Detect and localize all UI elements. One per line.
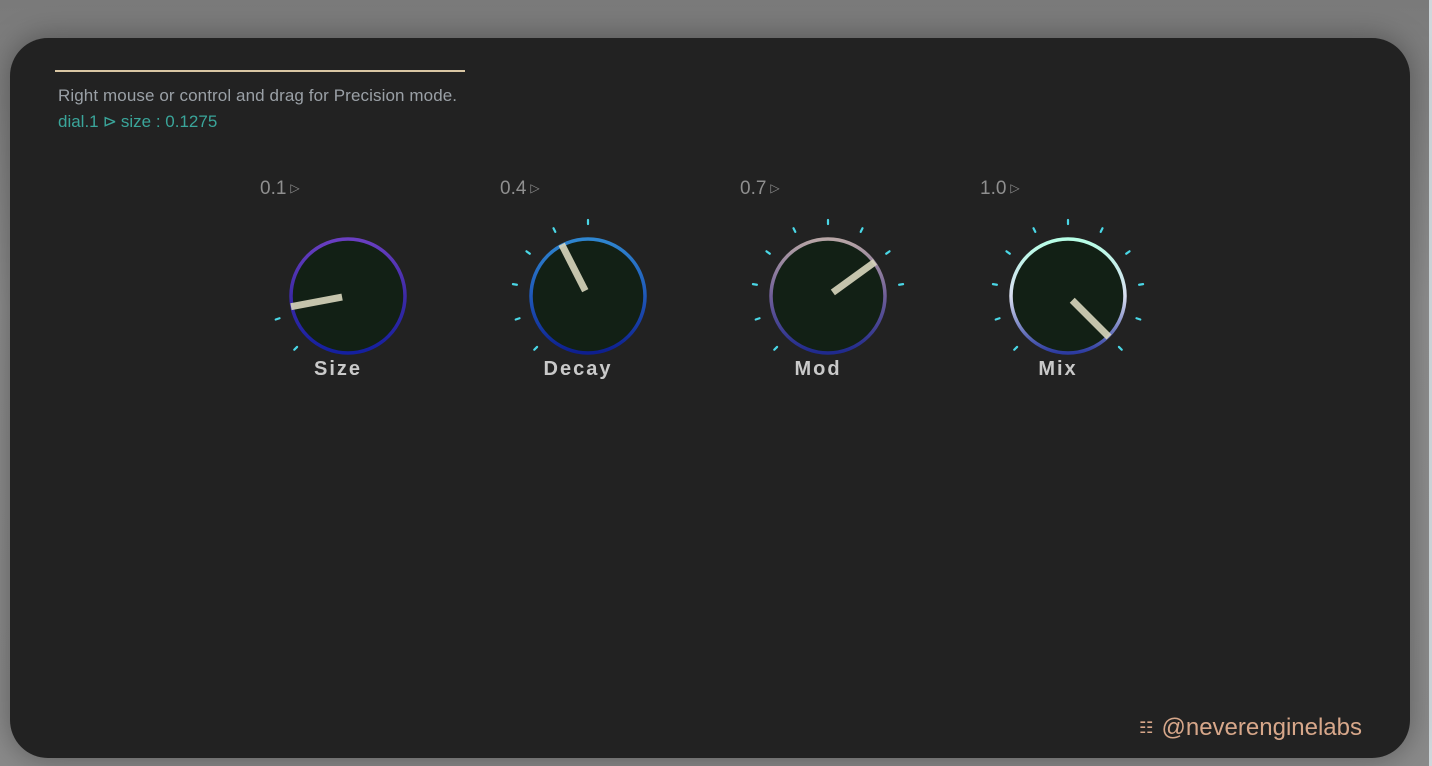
tick-mark xyxy=(1005,250,1011,255)
tick-mark xyxy=(514,317,521,321)
tick-mark xyxy=(552,227,557,233)
status-readout: dial.1 ⊳ size : 0.1275 xyxy=(58,112,217,132)
tick-mark xyxy=(991,283,998,286)
tick-mark xyxy=(1117,345,1123,351)
tick-mark xyxy=(792,227,797,233)
grid-logo-icon: ☷ xyxy=(1139,720,1154,737)
status-param: size : 0.1275 xyxy=(120,112,218,131)
dial-label: Size xyxy=(313,358,363,380)
knob-ring xyxy=(289,237,407,355)
tick-mark xyxy=(525,250,531,255)
knob[interactable] xyxy=(978,200,1145,360)
knob[interactable] xyxy=(258,200,418,360)
tick-mark xyxy=(293,345,299,351)
value-arrow-icon[interactable]: ▷ xyxy=(290,181,299,195)
top-divider xyxy=(55,70,465,72)
tick-mark xyxy=(533,345,539,351)
dial-value: 0.7 ▷ xyxy=(740,178,780,199)
tick-mark xyxy=(274,317,281,321)
dial-decay[interactable]: 0.4 ▷ Decay xyxy=(498,176,658,386)
dial-mix[interactable]: 1.0 ▷ Mix xyxy=(978,176,1145,386)
value-arrow-icon[interactable]: ▷ xyxy=(1010,181,1019,195)
synth-panel: Right mouse or control and drag for Prec… xyxy=(10,38,1410,758)
value-arrow-icon[interactable]: ▷ xyxy=(770,181,779,195)
tick-mark xyxy=(511,283,518,286)
credit-handle[interactable]: @neverenginelabs xyxy=(1162,714,1363,742)
dial-value: 1.0 ▷ xyxy=(980,178,1020,199)
tick-mark xyxy=(1135,317,1142,321)
knob[interactable] xyxy=(498,200,658,360)
dial-value: 0.1 ▷ xyxy=(260,178,300,199)
tick-mark xyxy=(751,283,758,286)
dial-label: Mod xyxy=(794,358,842,380)
status-separator: ⊳ xyxy=(102,112,117,131)
tick-mark xyxy=(1032,227,1037,233)
dial-value: 0.4 ▷ xyxy=(500,178,540,199)
tick-mark xyxy=(754,317,761,321)
tick-mark xyxy=(1099,227,1104,233)
tick-mark xyxy=(859,227,864,233)
tick-mark xyxy=(994,317,1001,321)
dial-label: Mix xyxy=(1038,358,1078,380)
credit[interactable]: ☷ @neverenginelabs xyxy=(1139,714,1362,742)
knob-ring xyxy=(529,237,647,355)
tick-mark xyxy=(1013,345,1019,351)
tick-mark xyxy=(765,250,771,255)
knob[interactable] xyxy=(738,200,905,360)
tick-mark xyxy=(1125,250,1131,255)
status-target: dial.1 xyxy=(58,112,99,131)
knob-ring xyxy=(769,237,887,355)
tick-mark xyxy=(885,250,891,255)
tick-mark xyxy=(1138,283,1145,286)
dial-mod[interactable]: 0.7 ▷ Mod xyxy=(738,176,905,386)
tick-mark xyxy=(773,345,779,351)
tick-mark xyxy=(898,283,905,286)
precision-hint: Right mouse or control and drag for Prec… xyxy=(58,86,458,105)
dial-label: Decay xyxy=(543,358,613,380)
value-arrow-icon[interactable]: ▷ xyxy=(530,181,539,195)
dial-size[interactable]: 0.1 ▷ Size xyxy=(258,176,418,386)
